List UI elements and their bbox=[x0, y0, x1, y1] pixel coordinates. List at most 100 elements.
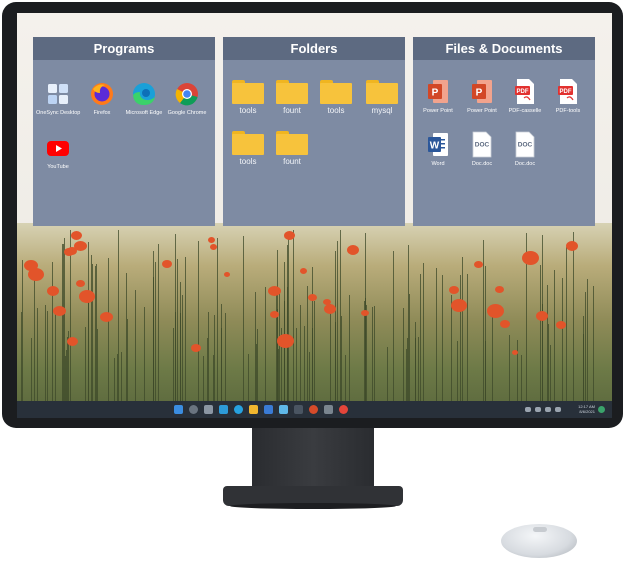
grass-stem bbox=[279, 293, 280, 418]
folder-tile[interactable]: mysql bbox=[360, 80, 404, 115]
grass-stem bbox=[95, 266, 96, 418]
pdf-icon: PDF bbox=[557, 78, 579, 105]
folder-tile[interactable]: fount bbox=[270, 80, 314, 115]
folder-label: fount bbox=[283, 106, 301, 115]
file-tile-powerpoint[interactable]: P Power Point bbox=[416, 78, 460, 115]
grass-stem bbox=[217, 238, 218, 418]
svg-text:PDF: PDF bbox=[517, 89, 529, 95]
file-tile-powerpoint[interactable]: P Power Point bbox=[460, 78, 504, 115]
grass-stem bbox=[182, 295, 183, 418]
chrome-taskbar-icon[interactable] bbox=[339, 405, 348, 414]
store-icon[interactable] bbox=[264, 405, 273, 414]
poppy-flower bbox=[300, 268, 307, 274]
poppy-flower bbox=[284, 231, 295, 240]
firefox-taskbar-icon[interactable] bbox=[309, 405, 318, 414]
grass-stem bbox=[585, 292, 586, 418]
program-tile-youtube[interactable]: YouTube bbox=[36, 135, 80, 171]
file-tile-doc[interactable]: DOC Doc.doc bbox=[503, 131, 547, 168]
grass-stem bbox=[420, 274, 421, 418]
youtube-icon bbox=[45, 135, 71, 161]
mouse-wheel bbox=[533, 527, 547, 532]
grass-stem bbox=[135, 290, 136, 418]
grass-stem bbox=[243, 236, 244, 418]
battery-icon[interactable] bbox=[555, 407, 561, 412]
folder-tile[interactable]: fount bbox=[270, 131, 314, 166]
notification-icon[interactable] bbox=[598, 406, 605, 413]
grass-stem bbox=[573, 232, 574, 418]
monitor-frame: Programs OneSync Desktop Firefox Microso… bbox=[2, 2, 623, 428]
poppy-flower bbox=[451, 299, 467, 312]
file-tile-pdf[interactable]: PDF PDF-tools bbox=[546, 78, 590, 115]
poppy-flower bbox=[24, 260, 38, 271]
grass-stem bbox=[153, 277, 154, 418]
grass-stem bbox=[70, 230, 71, 418]
folder-icon bbox=[276, 80, 308, 104]
program-tile-edge[interactable]: Microsoft Edge bbox=[122, 81, 166, 117]
grass-stem bbox=[180, 282, 181, 418]
grass-stem bbox=[460, 275, 461, 418]
file-tile-doc[interactable]: DOC Doc.doc bbox=[460, 131, 504, 168]
powerpoint-icon: P bbox=[471, 78, 493, 105]
volume-icon[interactable] bbox=[545, 407, 551, 412]
stand-shadow bbox=[230, 503, 396, 509]
grass-stem bbox=[265, 287, 266, 418]
program-tile-firefox[interactable]: Firefox bbox=[80, 81, 124, 117]
grass-stem bbox=[312, 267, 313, 418]
file-label: PDF-tools bbox=[555, 108, 581, 114]
file-tile-pdf[interactable]: PDF PDF-casselle bbox=[503, 78, 547, 115]
programs-panel-title: Programs bbox=[33, 37, 215, 60]
folder-tile[interactable]: tools bbox=[226, 80, 270, 115]
edge-taskbar-icon[interactable] bbox=[234, 405, 243, 414]
grass-stem bbox=[198, 241, 199, 418]
mail-icon[interactable] bbox=[279, 405, 288, 414]
settings-icon[interactable] bbox=[324, 405, 333, 414]
poppy-flower bbox=[522, 251, 539, 265]
svg-text:P: P bbox=[476, 88, 483, 99]
folder-tile[interactable]: tools bbox=[314, 80, 358, 115]
task-view-icon[interactable] bbox=[204, 405, 213, 414]
programs-panel: Programs OneSync Desktop Firefox Microso… bbox=[33, 37, 215, 226]
program-label: Firefox bbox=[93, 110, 111, 116]
tray-chevron-icon[interactable] bbox=[525, 407, 531, 412]
grass-stem bbox=[118, 230, 119, 418]
svg-text:DOC: DOC bbox=[518, 142, 533, 149]
file-label: PDF-casselle bbox=[508, 108, 542, 114]
grass-stem bbox=[485, 266, 486, 418]
powerpoint-icon: P bbox=[427, 78, 449, 105]
grass-stem bbox=[34, 280, 35, 418]
file-tile-word[interactable]: W Word bbox=[416, 131, 460, 168]
start-icon[interactable] bbox=[174, 405, 183, 414]
search-icon[interactable] bbox=[189, 405, 198, 414]
grass-stem bbox=[593, 286, 594, 418]
folders-panel-title: Folders bbox=[223, 37, 405, 60]
poppy-flower bbox=[224, 272, 230, 277]
poppy-flower bbox=[512, 350, 518, 355]
grass-stem bbox=[436, 268, 437, 418]
program-tile-onesync[interactable]: OneSync Desktop bbox=[36, 81, 80, 117]
program-label: Google Chrome bbox=[167, 110, 207, 116]
system-clock[interactable]: 12:17 AM 8/6/2021 bbox=[567, 404, 595, 414]
file-label: Doc.doc bbox=[471, 161, 493, 167]
grass-stem bbox=[467, 274, 468, 418]
grass-stem bbox=[255, 292, 256, 418]
poppy-flower bbox=[268, 286, 281, 296]
app-icon[interactable] bbox=[294, 405, 303, 414]
poppy-flower bbox=[64, 248, 74, 256]
grass-stem bbox=[554, 270, 555, 418]
poppy-flower bbox=[277, 334, 294, 348]
taskbar: 12:17 AM 8/6/2021 bbox=[17, 401, 612, 418]
program-tile-chrome[interactable]: Google Chrome bbox=[165, 81, 209, 117]
grass-stem bbox=[451, 295, 452, 418]
svg-text:P: P bbox=[432, 88, 439, 99]
folder-icon bbox=[366, 80, 398, 104]
widgets-icon[interactable] bbox=[219, 405, 228, 414]
wifi-icon[interactable] bbox=[535, 407, 541, 412]
doc-file-icon: DOC bbox=[471, 131, 493, 158]
svg-text:PDF: PDF bbox=[560, 89, 572, 95]
files-panel-title: Files & Documents bbox=[413, 37, 595, 60]
folder-label: tools bbox=[327, 106, 345, 115]
file-explorer-icon[interactable] bbox=[249, 405, 258, 414]
folder-tile[interactable]: tools bbox=[226, 131, 270, 166]
grass-stem bbox=[587, 279, 588, 418]
edge-icon bbox=[131, 81, 157, 107]
